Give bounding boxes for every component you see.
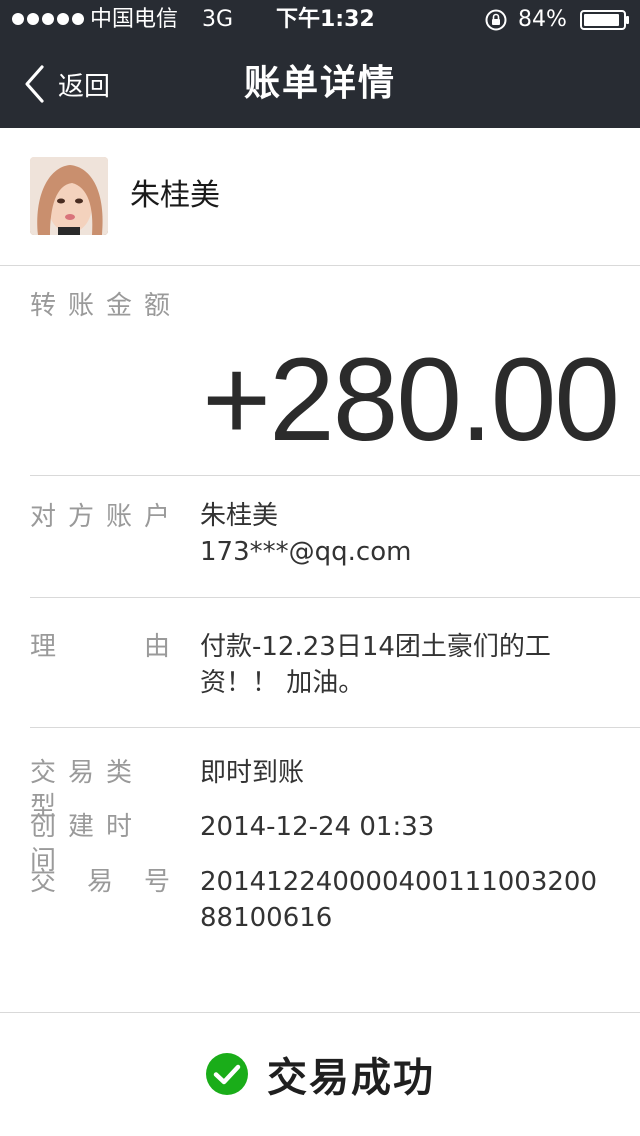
counterparty-name: 朱桂美 <box>200 501 279 531</box>
transaction-number-value: 20141224000040011100320088100616 <box>200 867 598 933</box>
counterparty-account: 173***@qq.com <box>200 537 412 567</box>
label-char: 理 <box>30 632 57 662</box>
chevron-left-icon <box>25 65 44 103</box>
battery-percentage: 84% <box>518 7 567 32</box>
label-char: 户 <box>143 502 170 532</box>
carrier-name: 中国电信 <box>90 7 179 32</box>
battery-icon <box>580 10 629 30</box>
payer-row[interactable]: 朱桂美 <box>0 128 640 266</box>
payer-name: 朱桂美 <box>130 178 220 213</box>
status-bar: 中国电信 3G 下午1:32 84% <box>0 0 640 40</box>
transaction-number-label: 交 易 号 <box>30 865 170 899</box>
label-char: 交 <box>30 867 57 897</box>
divider <box>30 475 640 476</box>
label-char: 对 <box>30 502 57 532</box>
label-char: 由 <box>143 632 170 662</box>
divider <box>30 597 640 598</box>
amount-label: 转账金额 <box>30 291 183 321</box>
label-char: 账 <box>105 502 132 532</box>
reason-text: 付款-12.23日14团土豪们的工资！！ 加油。 <box>200 632 551 698</box>
status-time: 下午1:32 <box>276 7 375 32</box>
check-circle-icon <box>206 1053 248 1095</box>
bill-detail-screen: 中国电信 3G 下午1:32 84% 返回 账单详情 朱桂美 转账金额 +280… <box>0 0 640 1136</box>
reason-label: 理 由 <box>30 630 170 664</box>
amount-value: +280.00 <box>202 334 620 466</box>
counterparty-label: 对 方 账 户 <box>30 500 170 534</box>
label-char: 方 <box>67 502 94 532</box>
back-button[interactable]: 返回 <box>22 62 110 106</box>
transaction-type-value: 即时到账 <box>200 758 305 788</box>
label-char: 易 <box>86 867 113 897</box>
status-text: 交易成功 <box>267 1055 435 1101</box>
back-label: 返回 <box>58 71 111 102</box>
network-type: 3G <box>202 7 234 32</box>
transaction-status: 交易成功 <box>0 1012 640 1136</box>
avatar-photo <box>30 157 108 235</box>
header: 中国电信 3G 下午1:32 84% 返回 账单详情 <box>0 0 640 128</box>
label-char: 号 <box>143 867 170 897</box>
orientation-lock-icon <box>485 9 507 31</box>
avatar[interactable] <box>30 157 108 235</box>
nav-bar: 返回 账单详情 <box>0 40 640 128</box>
divider <box>30 727 640 728</box>
created-time-value: 2014-12-24 01:33 <box>200 812 435 842</box>
signal-dots-icon <box>12 13 84 25</box>
